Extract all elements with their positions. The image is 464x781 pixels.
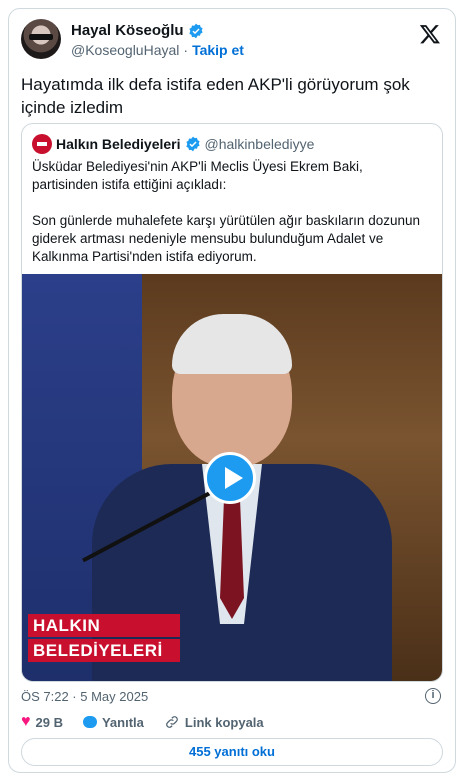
info-icon[interactable]: i bbox=[425, 688, 441, 704]
quoted-display-name: Halkın Belediyeleri bbox=[56, 136, 181, 152]
author-handle[interactable]: @KoseogluHayal bbox=[71, 42, 179, 58]
verified-badge-icon bbox=[185, 136, 200, 152]
quoted-paragraph-1: Üsküdar Belediyesi'nin AKP'li Meclis Üye… bbox=[32, 159, 363, 192]
brand-line-1: HALKIN bbox=[28, 614, 180, 637]
quoted-paragraph-2: Son günlerde muhalefete karşı yürütülen … bbox=[32, 213, 420, 264]
video-brand-logo: HALKIN BELEDİYELERİ bbox=[28, 614, 180, 662]
like-count: 29 B bbox=[35, 714, 63, 730]
author-handle-row: @KoseogluHayal · Takip et bbox=[71, 42, 244, 58]
tweet-timestamp[interactable]: ÖS 7:22 · 5 May 2025 bbox=[21, 689, 148, 704]
quoted-text: Üsküdar Belediyesi'nin AKP'li Meclis Üye… bbox=[32, 158, 432, 284]
author-name-row: Hayal Köseoğlu bbox=[71, 22, 204, 39]
action-bar: ♥ 29 B Yanıtla Link kopyala bbox=[21, 712, 284, 732]
tweet-header: Hayal Köseoğlu @KoseogluHayal · Takip et bbox=[21, 19, 443, 63]
author-avatar[interactable] bbox=[21, 19, 61, 59]
separator-dot: · bbox=[183, 42, 189, 58]
follow-button[interactable]: Takip et bbox=[192, 42, 244, 58]
like-action[interactable]: ♥ 29 B bbox=[21, 714, 63, 730]
tweet-card: Hayal Köseoğlu @KoseogluHayal · Takip et… bbox=[8, 8, 456, 773]
link-icon bbox=[165, 716, 178, 728]
quoted-avatar bbox=[32, 134, 52, 154]
copy-link-label: Link kopyala bbox=[184, 714, 264, 730]
verified-badge-icon bbox=[188, 23, 203, 38]
tweet-text: Hayatımda ilk defa istifa eden AKP'li gö… bbox=[21, 75, 410, 117]
x-logo-icon[interactable] bbox=[419, 23, 441, 45]
reply-bubble-icon bbox=[82, 716, 97, 728]
quoted-tweet[interactable]: Halkın Belediyeleri @halkinbelediyye Üsk… bbox=[21, 123, 443, 682]
read-replies-button[interactable]: 455 yanıtı oku bbox=[21, 738, 443, 766]
brand-line-2: BELEDİYELERİ bbox=[28, 639, 180, 662]
video-person-hair bbox=[172, 314, 292, 374]
video-player[interactable]: HALKIN BELEDİYELERİ bbox=[22, 274, 442, 681]
reply-action[interactable]: Yanıtla bbox=[82, 714, 144, 730]
play-icon[interactable] bbox=[204, 452, 256, 504]
quoted-handle: @halkinbelediyye bbox=[204, 136, 315, 152]
heart-icon: ♥ bbox=[21, 713, 31, 730]
quoted-header: Halkın Belediyeleri @halkinbelediyye bbox=[32, 134, 314, 154]
reply-label: Yanıtla bbox=[101, 714, 144, 730]
copy-link-action[interactable]: Link kopyala bbox=[164, 714, 264, 730]
author-display-name[interactable]: Hayal Köseoğlu bbox=[71, 22, 184, 39]
